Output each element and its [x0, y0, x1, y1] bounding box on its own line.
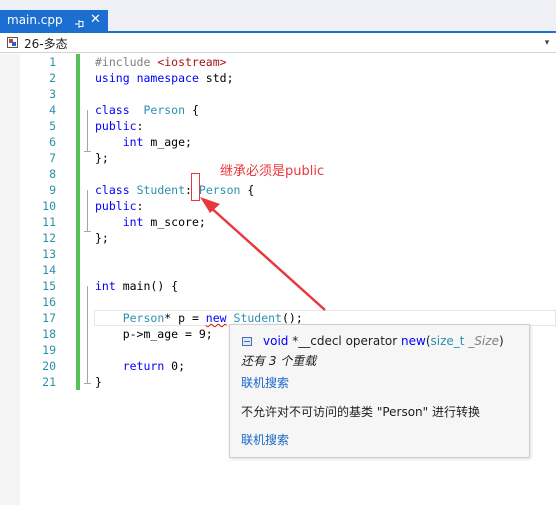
method-signature: void *__cdecl operator new(size_t _Size)	[263, 334, 504, 348]
sig-paren: )	[498, 334, 504, 348]
sig-param-name: _Size	[464, 334, 499, 348]
sig-new: new	[401, 334, 426, 348]
annotation-text: 继承必须是public	[220, 164, 325, 179]
chevron-down-icon[interactable]: ▾	[540, 36, 554, 50]
sig-param-type: size_t	[430, 334, 465, 348]
quick-info-tooltip: void *__cdecl operator new(size_t _Size)…	[229, 324, 530, 458]
scope-dropdown-value[interactable]: 26-多态	[24, 35, 68, 52]
sig-return-type: void	[263, 334, 289, 348]
annotation-highlight-box	[191, 173, 200, 201]
pin-icon[interactable]	[73, 15, 85, 28]
project-icon	[7, 37, 18, 48]
close-icon[interactable]: ✕	[90, 12, 101, 28]
method-icon	[242, 337, 252, 346]
overload-count: 还有 3 个重载	[241, 354, 317, 368]
document-tab-strip: main.cpp ✕	[0, 0, 556, 33]
error-message: 不允许对不可访问的基类 "Person" 进行转换	[241, 405, 480, 419]
tab-title[interactable]: main.cpp	[7, 13, 63, 27]
scope-navigation-bar[interactable]: 26-多态 ▾	[0, 33, 556, 53]
tab-main-cpp[interactable]: main.cpp ✕	[0, 10, 108, 33]
sig-name: *__cdecl operator	[292, 334, 398, 348]
search-online-link-error[interactable]: 联机搜索	[241, 431, 289, 448]
search-online-link[interactable]: 联机搜索	[241, 374, 289, 391]
